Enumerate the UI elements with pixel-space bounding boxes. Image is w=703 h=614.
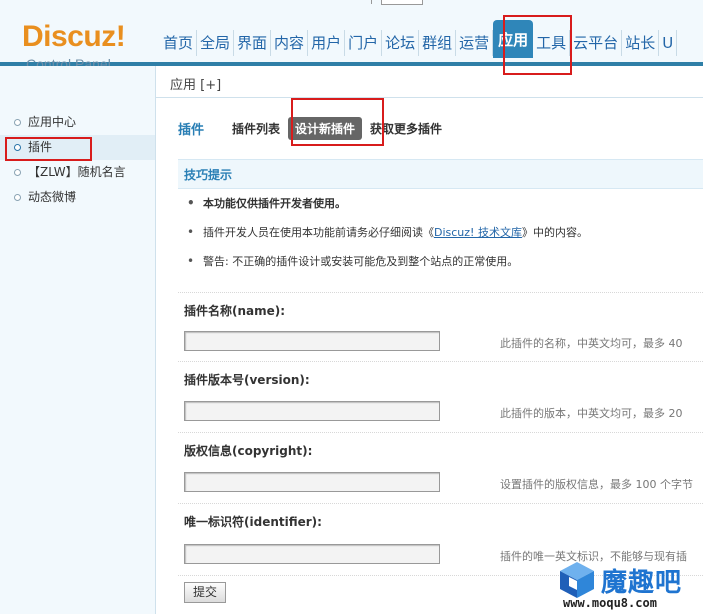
- top-search-divider: [350, 0, 372, 4]
- discuz-logo[interactable]: Discuz! Control Panel: [22, 20, 142, 73]
- highlight-design-tab: [291, 98, 384, 146]
- nav-content[interactable]: 内容: [271, 30, 309, 56]
- sidebar-item-microblog[interactable]: 动态微博: [0, 185, 155, 210]
- top-header: Discuz! Control Panel 首页 全局 界面 内容 用户 门户 …: [0, 0, 703, 72]
- sidebar-item-random-quote[interactable]: 【ZLW】随机名言: [0, 160, 155, 185]
- field-label: 唯一标识符(identifier):: [184, 515, 322, 529]
- tip-line-3: 警告: 不正确的插件设计或安装可能危及到整个站点的正常使用。: [178, 247, 703, 276]
- bullet-icon: [14, 119, 21, 126]
- plugin-identifier-input[interactable]: [184, 544, 440, 564]
- logo-text: Discuz!: [22, 20, 126, 53]
- tab-plugin-list[interactable]: 插件列表: [232, 120, 280, 137]
- nav-ucenter[interactable]: U: [659, 30, 678, 56]
- tip-line-1: 本功能仅供插件开发者使用。: [178, 189, 703, 218]
- highlight-sidebar-plugins: [5, 137, 92, 161]
- field-label: 插件版本号(version):: [184, 373, 310, 387]
- bullet-icon: [14, 194, 21, 201]
- field-hint: 设置插件的版权信息，最多 100 个字节: [500, 478, 693, 491]
- watermark: 魔趣吧 www.moqu8.com: [557, 560, 703, 614]
- plugin-name-input[interactable]: [184, 331, 440, 351]
- page-title: 插件: [178, 122, 205, 138]
- field-version: 插件版本号(version): 此插件的版本，中英文均可，最多 20: [178, 361, 703, 431]
- field-hint: 此插件的名称，中英文均可，最多 40: [500, 337, 683, 350]
- plugin-copyright-input[interactable]: [184, 472, 440, 492]
- tips-panel: 技巧提示 本功能仅供插件开发者使用。 插件开发人员在使用本功能前请务必仔细阅读《…: [178, 159, 703, 276]
- field-name: 插件名称(name): 此插件的名称，中英文均可，最多 40: [178, 292, 703, 359]
- tech-library-link[interactable]: Discuz! 技术文库: [434, 226, 522, 239]
- plugin-version-input[interactable]: [184, 401, 440, 421]
- nav-groups[interactable]: 群组: [419, 30, 457, 56]
- sidebar-item-label: 应用中心: [28, 115, 77, 129]
- nav-webmaster[interactable]: 站长: [622, 30, 660, 56]
- tip-line-2-before: 插件开发人员在使用本功能前请务必仔细阅读《: [203, 226, 434, 239]
- field-label: 版权信息(copyright):: [184, 444, 313, 458]
- watermark-text: 魔趣吧: [601, 568, 683, 598]
- top-search-box[interactable]: [381, 0, 423, 5]
- breadcrumb-bar: 应用 [+]: [156, 66, 703, 98]
- highlight-nav-apps: [503, 15, 572, 75]
- tip-line-2: 插件开发人员在使用本功能前请务必仔细阅读《Discuz! 技术文库》中的内容。: [178, 218, 703, 247]
- bullet-icon: [14, 169, 21, 176]
- sidebar-item-label: 动态微博: [28, 190, 77, 204]
- field-label: 插件名称(name):: [184, 304, 286, 318]
- tips-heading: 技巧提示: [178, 159, 703, 189]
- nav-cloud[interactable]: 云平台: [570, 30, 623, 56]
- sidebar-item-label: 【ZLW】随机名言: [28, 165, 126, 179]
- cube-logo-icon: [560, 562, 594, 598]
- nav-home[interactable]: 首页: [160, 30, 198, 56]
- nav-forum[interactable]: 论坛: [382, 30, 420, 56]
- field-copyright: 版权信息(copyright): 设置插件的版权信息，最多 100 个字节: [178, 432, 703, 502]
- breadcrumb[interactable]: 应用 [+]: [170, 74, 221, 93]
- nav-operations[interactable]: 运营: [456, 30, 494, 56]
- nav-users[interactable]: 用户: [308, 30, 346, 56]
- field-hint: 此插件的版本，中英文均可，最多 20: [500, 407, 683, 420]
- main-nav: 首页 全局 界面 内容 用户 门户 论坛 群组 运营 应用 工具 云平台 站长 …: [160, 20, 678, 58]
- main-content: 插件 插件列表 设计新插件 获取更多插件 技巧提示 本功能仅供插件开发者使用。 …: [156, 99, 703, 614]
- nav-global[interactable]: 全局: [197, 30, 235, 56]
- submit-button[interactable]: 提交: [184, 582, 226, 603]
- nav-style[interactable]: 界面: [234, 30, 272, 56]
- watermark-url: www.moqu8.com: [563, 596, 657, 610]
- nav-portal[interactable]: 门户: [345, 30, 383, 56]
- sidebar-item-app-center[interactable]: 应用中心: [0, 110, 155, 135]
- tip-line-2-after: 》中的内容。: [521, 226, 588, 239]
